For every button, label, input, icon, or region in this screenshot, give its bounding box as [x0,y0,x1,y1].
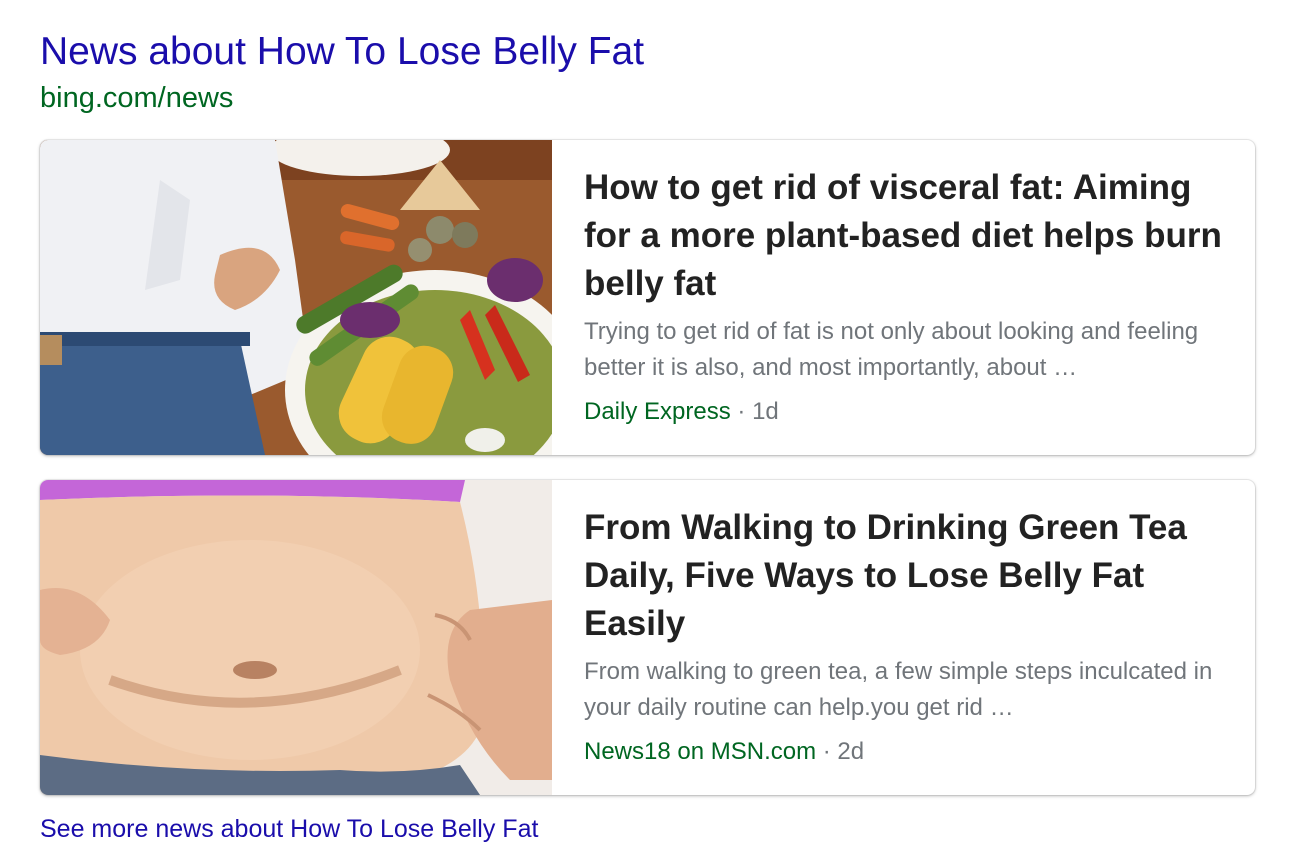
article-age: 1d [752,398,779,425]
article-snippet: Trying to get rid of fat is not only abo… [584,318,1199,381]
article-meta: News18 on MSN.com · 2d [584,737,864,767]
belly-image [40,480,552,795]
article-title[interactable]: From Walking to Drinking Green Tea Daily… [584,504,1232,648]
article-snippet: From walking to green tea, a few simple … [584,658,1213,721]
news-card[interactable]: How to get rid of visceral fat: Aiming f… [40,140,1255,455]
article-title[interactable]: How to get rid of visceral fat: Aiming f… [584,164,1232,308]
meta-separator: · [737,398,746,425]
article-age: 2d [837,738,865,765]
article-source: Daily Express [584,398,731,425]
article-thumbnail[interactable] [40,480,552,795]
article-source: News18 on MSN.com [584,738,817,765]
meta-separator: · [822,738,831,765]
vegetable-platter-image [40,140,552,455]
article-thumbnail[interactable] [40,140,552,455]
see-more-news-link[interactable]: See more news about How To Lose Belly Fa… [40,812,538,846]
news-card[interactable]: From Walking to Drinking Green Tea Daily… [40,480,1255,795]
news-section-title[interactable]: News about How To Lose Belly Fat [40,28,644,76]
news-source-url: bing.com/news [40,82,234,114]
article-meta: Daily Express · 1d [584,397,779,427]
